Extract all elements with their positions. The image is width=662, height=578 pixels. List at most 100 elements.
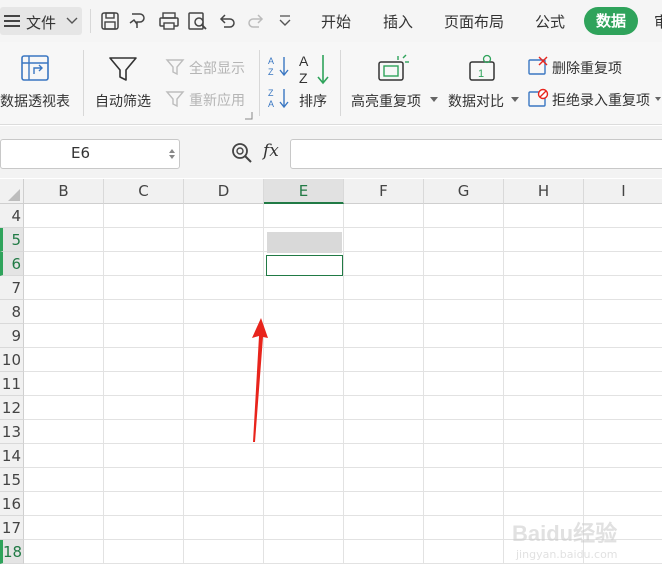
cell-d14[interactable] (184, 444, 264, 468)
cell-b17[interactable] (24, 516, 104, 540)
cell-i6[interactable] (584, 252, 662, 276)
cell-h14[interactable] (504, 444, 584, 468)
cell-g18[interactable] (424, 540, 504, 564)
customize-toolbar-icon[interactable] (278, 14, 292, 28)
dialog-launcher-icon[interactable] (245, 112, 253, 120)
row-header-12[interactable]: 12 (0, 396, 24, 420)
cell-e12[interactable] (264, 396, 344, 420)
cell-d6[interactable] (184, 252, 264, 276)
row-header-4[interactable]: 4 (0, 204, 24, 228)
column-header-f[interactable]: F (344, 179, 424, 204)
cell-i14[interactable] (584, 444, 662, 468)
cell-e9[interactable] (264, 324, 344, 348)
cell-g6[interactable] (424, 252, 504, 276)
highlight-duplicates-button[interactable]: 高亮重复项 (348, 42, 440, 124)
cell-h15[interactable] (504, 468, 584, 492)
cell-d4[interactable] (184, 204, 264, 228)
name-box[interactable]: E6 (0, 139, 180, 169)
redo-icon[interactable] (246, 11, 266, 31)
cell-g14[interactable] (424, 444, 504, 468)
remove-duplicates-button[interactable]: 删除重复项 (527, 56, 662, 78)
tab-data[interactable]: 数据 (584, 7, 639, 35)
cell-i11[interactable] (584, 372, 662, 396)
cell-h8[interactable] (504, 300, 584, 324)
row-header-18[interactable]: 18 (0, 540, 24, 564)
cell-c10[interactable] (104, 348, 184, 372)
insert-function-button[interactable]: fx (263, 141, 279, 161)
column-header-i[interactable]: I (584, 179, 662, 204)
cell-e4[interactable] (264, 204, 344, 228)
cell-b14[interactable] (24, 444, 104, 468)
cell-f18[interactable] (344, 540, 424, 564)
reject-duplicates-button[interactable]: 拒绝录入重复项 (527, 88, 662, 110)
cell-h11[interactable] (504, 372, 584, 396)
cell-f16[interactable] (344, 492, 424, 516)
cell-g12[interactable] (424, 396, 504, 420)
row-header-11[interactable]: 11 (0, 372, 24, 396)
cell-f8[interactable] (344, 300, 424, 324)
active-cell-e6[interactable] (266, 255, 343, 276)
row-header-9[interactable]: 9 (0, 324, 24, 348)
sort-descending-icon[interactable]: Z A (267, 86, 291, 110)
cell-f9[interactable] (344, 324, 424, 348)
cell-d7[interactable] (184, 276, 264, 300)
cell-b4[interactable] (24, 204, 104, 228)
cell-f10[interactable] (344, 348, 424, 372)
cell-d18[interactable] (184, 540, 264, 564)
cell-h10[interactable] (504, 348, 584, 372)
row-header-16[interactable]: 16 (0, 492, 24, 516)
reapply-button[interactable]: 重新应用 (163, 88, 255, 110)
sort-button[interactable]: A Z 排序 (296, 42, 336, 124)
cell-i10[interactable] (584, 348, 662, 372)
cell-h12[interactable] (504, 396, 584, 420)
column-header-d[interactable]: D (184, 179, 264, 204)
cell-i5[interactable] (584, 228, 662, 252)
cell-e11[interactable] (264, 372, 344, 396)
cell-e10[interactable] (264, 348, 344, 372)
column-header-e[interactable]: E (264, 179, 344, 204)
cell-i15[interactable] (584, 468, 662, 492)
cell-c12[interactable] (104, 396, 184, 420)
cell-c18[interactable] (104, 540, 184, 564)
sort-ascending-icon[interactable]: A Z (267, 54, 291, 78)
cell-h9[interactable] (504, 324, 584, 348)
cell-c5[interactable] (104, 228, 184, 252)
name-box-spinner-icon[interactable] (169, 149, 175, 159)
cell-c14[interactable] (104, 444, 184, 468)
format-painter-icon[interactable] (128, 11, 150, 31)
cell-i7[interactable] (584, 276, 662, 300)
cell-b16[interactable] (24, 492, 104, 516)
cell-b7[interactable] (24, 276, 104, 300)
cell-c8[interactable] (104, 300, 184, 324)
cell-f13[interactable] (344, 420, 424, 444)
cell-g10[interactable] (424, 348, 504, 372)
cell-f15[interactable] (344, 468, 424, 492)
cell-g7[interactable] (424, 276, 504, 300)
cell-c4[interactable] (104, 204, 184, 228)
column-header-c[interactable]: C (104, 179, 184, 204)
cell-d17[interactable] (184, 516, 264, 540)
cell-h7[interactable] (504, 276, 584, 300)
cell-f12[interactable] (344, 396, 424, 420)
cell-b9[interactable] (24, 324, 104, 348)
tab-insert[interactable]: 插入 (383, 11, 413, 32)
cell-g8[interactable] (424, 300, 504, 324)
pivot-table-button[interactable]: 数据透视表 (0, 42, 80, 124)
cell-g16[interactable] (424, 492, 504, 516)
cell-h13[interactable] (504, 420, 584, 444)
cell-h4[interactable] (504, 204, 584, 228)
cell-c9[interactable] (104, 324, 184, 348)
column-header-g[interactable]: G (424, 179, 504, 204)
cell-d5[interactable] (184, 228, 264, 252)
print-icon[interactable] (158, 11, 180, 31)
cell-g11[interactable] (424, 372, 504, 396)
cell-e14[interactable] (264, 444, 344, 468)
cell-c17[interactable] (104, 516, 184, 540)
data-compare-button[interactable]: 1 数据对比 (445, 42, 521, 124)
cell-f5[interactable] (344, 228, 424, 252)
tab-page-layout[interactable]: 页面布局 (444, 11, 504, 32)
row-header-14[interactable]: 14 (0, 444, 24, 468)
column-header-h[interactable]: H (504, 179, 584, 204)
tab-formulas[interactable]: 公式 (535, 11, 565, 32)
cell-g5[interactable] (424, 228, 504, 252)
